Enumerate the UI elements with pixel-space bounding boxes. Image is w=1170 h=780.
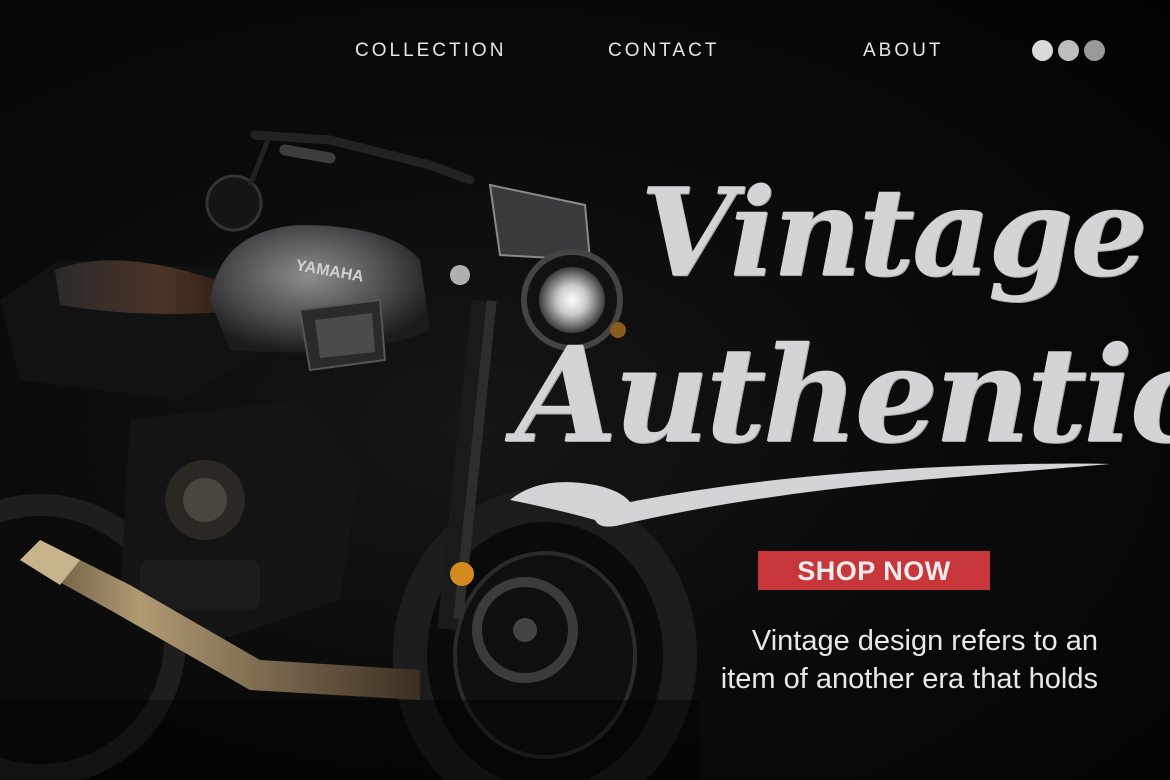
hero-banner: YAMAHA COLLECTION CONTACT ABOUT Vintage … bbox=[0, 0, 1170, 780]
nav-about-link[interactable]: ABOUT bbox=[863, 40, 943, 62]
dot-3 bbox=[1084, 40, 1105, 61]
description-line-2: item of another era that holds bbox=[720, 663, 1098, 695]
nav-collection-link[interactable]: COLLECTION bbox=[355, 40, 506, 62]
dot-1 bbox=[1032, 40, 1053, 61]
description-line-1: Vintage design refers to an bbox=[751, 625, 1098, 657]
headline-vintage: Vintage bbox=[640, 160, 1148, 304]
hero-description: Vintage design refers to an item of anot… bbox=[638, 622, 1098, 698]
shop-now-button[interactable]: SHOP NOW bbox=[758, 551, 990, 590]
headline-swoosh bbox=[510, 463, 1110, 527]
menu-dots-icon[interactable] bbox=[1032, 40, 1105, 61]
nav-contact-link[interactable]: CONTACT bbox=[608, 40, 719, 62]
dot-2 bbox=[1058, 40, 1079, 61]
